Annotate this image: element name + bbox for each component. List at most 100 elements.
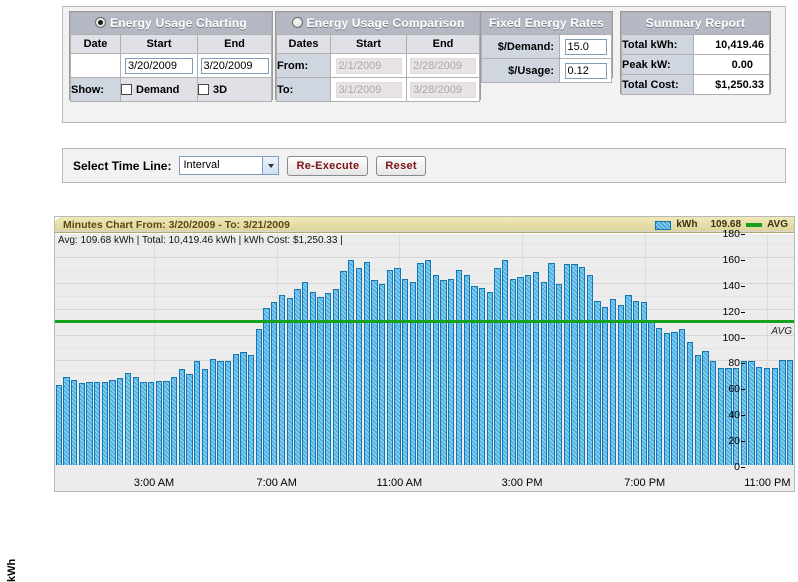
bar[interactable] [348,260,355,465]
bar[interactable] [340,270,347,465]
bar[interactable] [779,360,786,465]
bar[interactable] [563,264,570,465]
to-start-input[interactable] [335,81,402,98]
reset-button[interactable]: Reset [376,155,426,176]
from-start-input[interactable] [335,57,402,74]
bar[interactable] [586,274,594,465]
bar[interactable] [656,327,663,465]
bar[interactable] [409,282,416,465]
bar[interactable] [540,282,547,465]
bar[interactable] [602,307,609,465]
bar[interactable] [663,332,671,465]
bar[interactable] [232,353,239,465]
time-line-select[interactable]: Interval [179,156,280,175]
demand-rate-input[interactable] [564,38,607,55]
bar[interactable] [555,283,563,465]
bar[interactable] [686,342,694,465]
bar[interactable] [671,331,678,465]
bar[interactable] [163,380,170,465]
demand-checkbox[interactable] [121,83,132,95]
bar[interactable] [271,301,278,465]
bar[interactable] [101,382,109,465]
bar[interactable] [594,300,601,465]
bar[interactable] [709,361,717,465]
bar[interactable] [178,369,186,465]
bar[interactable] [425,260,432,465]
chevron-down-icon[interactable] [262,157,279,174]
bar[interactable] [471,286,478,465]
bar[interactable] [224,361,232,465]
bar[interactable] [617,304,624,465]
comparison-panel-header[interactable]: Energy Usage Comparison [276,12,480,35]
bar[interactable] [240,352,247,465]
bar[interactable] [124,373,132,465]
bar[interactable] [756,366,763,465]
bar[interactable] [155,380,162,465]
bar[interactable] [171,376,178,465]
bar[interactable] [432,274,440,465]
bar[interactable] [571,264,578,465]
bar[interactable] [378,283,386,465]
bar[interactable] [140,382,147,465]
bar[interactable] [301,282,309,465]
bar[interactable] [78,383,85,465]
bar[interactable] [786,360,794,465]
bar[interactable] [355,268,363,465]
bar[interactable] [486,291,493,465]
demand-checkbox-cell[interactable]: Demand [120,77,198,102]
bar[interactable] [194,361,201,465]
bar[interactable] [86,382,93,465]
bar[interactable] [502,260,509,465]
bar[interactable] [217,361,224,465]
bar[interactable] [201,369,209,465]
bar[interactable] [740,361,747,465]
bar[interactable] [494,268,501,465]
comparison-radio[interactable] [291,17,303,28]
from-end-input[interactable] [410,57,476,74]
charting-radio[interactable] [95,17,107,28]
bar[interactable] [325,292,332,465]
bar[interactable] [609,299,617,465]
bar[interactable] [748,361,755,465]
bar[interactable] [117,378,124,465]
start-date-input[interactable] [125,57,193,74]
bar[interactable] [763,367,771,465]
bar[interactable] [70,379,78,465]
bar[interactable] [363,261,370,465]
bar[interactable] [478,287,486,465]
bar[interactable] [309,291,316,465]
bar[interactable] [771,367,778,465]
bar[interactable] [394,268,401,465]
bar[interactable] [702,351,709,465]
charting-panel-header[interactable]: Energy Usage Charting [70,12,272,35]
bar[interactable] [147,382,155,465]
bar[interactable] [286,298,293,465]
bar[interactable] [255,329,263,465]
bar[interactable] [294,288,301,465]
bar[interactable] [94,382,101,465]
bar[interactable] [332,288,340,465]
bar[interactable] [186,374,193,465]
bar[interactable] [63,376,70,465]
bar[interactable] [579,266,586,465]
bar[interactable] [55,384,62,465]
bar[interactable] [417,263,424,465]
bar[interactable] [109,379,116,465]
threed-checkbox[interactable] [198,83,209,95]
bar[interactable] [525,274,532,465]
bar[interactable] [717,367,724,465]
to-end-input[interactable] [410,81,476,98]
bar[interactable] [132,376,139,465]
bar[interactable] [455,269,463,465]
re-execute-button[interactable]: Re-Execute [287,155,369,176]
bar[interactable] [648,321,655,465]
bar[interactable] [548,263,555,465]
bar[interactable] [371,279,378,465]
usage-rate-input[interactable] [564,62,607,79]
bar[interactable] [248,354,255,465]
bar[interactable] [694,354,701,465]
bar[interactable] [386,269,393,465]
end-date-input[interactable] [200,57,269,74]
bar[interactable] [463,274,470,465]
threed-checkbox-cell[interactable]: 3D [197,77,272,102]
